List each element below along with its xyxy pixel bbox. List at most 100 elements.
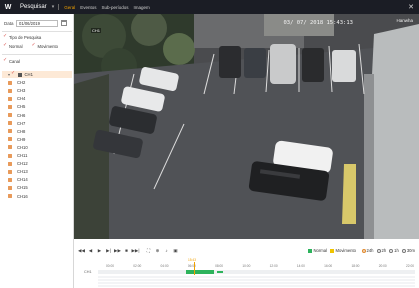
- check-icon: [3, 34, 8, 40]
- timeline-cursor[interactable]: [194, 262, 195, 275]
- channel-item-label: CH16: [17, 193, 28, 199]
- calendar-icon[interactable]: [61, 20, 67, 26]
- tab-geral[interactable]: Geral: [64, 5, 75, 10]
- camera-icon: [8, 153, 12, 158]
- camera-icon: [8, 121, 12, 126]
- caret-down-icon[interactable]: ▾: [8, 72, 10, 77]
- close-icon[interactable]: ✕: [408, 3, 414, 11]
- channel-item[interactable]: CH2: [8, 79, 72, 86]
- normal-legend-label: Normal: [313, 248, 328, 253]
- normal-checkbox[interactable]: Normal: [3, 43, 22, 49]
- tab-eventos[interactable]: Eventos: [80, 5, 96, 10]
- camera-icon: [8, 145, 12, 150]
- search-type-group: Tipo de Pesquisa: [3, 34, 41, 41]
- stop-icon[interactable]: ■: [123, 247, 130, 254]
- camera-icon: [8, 80, 12, 85]
- timeline-tick-label: 14:00: [296, 264, 305, 268]
- channel-checkbox[interactable]: Canal: [3, 58, 20, 64]
- channel-item-label: CH11: [17, 153, 28, 158]
- event-type-row: Normal Movimento: [3, 43, 58, 49]
- channel-item-label: CH4: [17, 96, 26, 102]
- camera-icon: [8, 169, 12, 174]
- date-label: Data: [4, 20, 14, 26]
- skip-end-icon[interactable]: ▶▶|: [131, 247, 139, 254]
- channel-label: Canal: [9, 59, 20, 64]
- timeline-tick-label: 12:00: [269, 264, 278, 268]
- fast-forward-icon[interactable]: ▶▶: [114, 247, 121, 254]
- channel-item[interactable]: CH4: [8, 95, 72, 102]
- tab-imagem[interactable]: Imagem: [134, 5, 150, 10]
- recording-segment: [217, 271, 223, 273]
- scale-label-30m: 30m: [406, 248, 415, 253]
- channel-item[interactable]: CH10: [8, 144, 72, 151]
- timeline-tick-label: 18:00: [351, 264, 360, 268]
- audio-icon[interactable]: ♪: [163, 247, 170, 254]
- channel-item[interactable]: CH7: [8, 120, 72, 127]
- date-row: Data 01/06/2019: [4, 19, 72, 27]
- channel-item[interactable]: CH15: [8, 184, 72, 191]
- scale-radio-2h[interactable]: [376, 248, 381, 253]
- zoom-scale-options: 24h 2h 1h 30m: [359, 248, 415, 253]
- channel-item-label: CH13: [17, 169, 28, 175]
- channel-group: Canal: [3, 58, 20, 65]
- scale-label-2h: 2h: [381, 248, 387, 253]
- channel-item[interactable]: CH14: [8, 176, 72, 183]
- video-viewer[interactable]: 03/ 07/ 2018 15:43:13 Hanwha CH1: [74, 14, 419, 239]
- timeline-tick-label: 00:00: [106, 264, 114, 268]
- channel-item-label: CH3: [17, 88, 26, 94]
- timeline-track[interactable]: [98, 270, 415, 274]
- capture-icon[interactable]: ▣: [172, 247, 179, 254]
- camera-icon: [8, 137, 12, 142]
- app-title: Pesquisar: [20, 4, 47, 10]
- fullscreen-icon[interactable]: ⛶: [145, 247, 152, 254]
- channel-item[interactable]: CH11: [8, 152, 72, 159]
- channel-item[interactable]: CH8: [8, 128, 72, 135]
- camera-icon: [8, 161, 12, 166]
- timeline-tick-label: 04:00: [160, 264, 169, 268]
- camera-icon: [8, 129, 12, 134]
- legend: Normal Movimento: [308, 248, 356, 253]
- timeline-rows: [98, 276, 415, 287]
- check-icon[interactable]: [11, 71, 16, 77]
- timeline-ticks: 00:00 02:00 04:00 06:00 08:00 10:00 12:00 14:00…: [98, 263, 415, 269]
- timeline[interactable]: 00:00 02:00 04:00 06:00 08:00 10:00 12:00 14:00…: [74, 258, 419, 288]
- channel-item-label: CH10: [17, 144, 28, 150]
- scale-radio-30m[interactable]: [401, 248, 406, 253]
- channel-item-label: CH2: [17, 80, 26, 86]
- search-panel: Data 01/06/2019 Tipo de Pesquisa Normal …: [0, 14, 74, 288]
- channel-item[interactable]: CH16: [8, 193, 72, 200]
- motion-label: Movimento: [37, 44, 58, 49]
- motion-checkbox[interactable]: Movimento: [32, 43, 58, 49]
- channel-item[interactable]: CH3: [8, 87, 72, 94]
- zoom-icon[interactable]: ⊕: [154, 247, 161, 254]
- channel-item[interactable]: CH12: [8, 160, 72, 167]
- channel-item[interactable]: CH5: [8, 103, 72, 110]
- camera-icon: [8, 104, 12, 109]
- recording-segment: [186, 270, 214, 274]
- channel-item-label: CH14: [17, 177, 28, 183]
- channel-tree-root[interactable]: ▾ CH1: [2, 71, 72, 78]
- channel-item-label: CH5: [17, 104, 26, 110]
- date-field[interactable]: 01/06/2019: [16, 19, 58, 27]
- channel-item[interactable]: CH6: [8, 112, 72, 119]
- chevron-down-icon[interactable]: ▾: [52, 4, 55, 10]
- scale-radio-1h[interactable]: [389, 248, 394, 253]
- tab-sub-periodos[interactable]: Sub-períodos: [101, 5, 128, 10]
- channel-badge: CH1: [91, 28, 102, 33]
- normal-legend-swatch: [308, 248, 312, 253]
- divider: [2, 31, 72, 32]
- camera-icon: [8, 96, 12, 101]
- playback-controls: ◀◀ ◀ ▶ ▶| ▶▶ ■ ▶▶| ⛶ ⊕ ♪ ▣ Normal Movime…: [74, 239, 419, 263]
- channel-item[interactable]: CH13: [8, 168, 72, 175]
- scale-radio-24h[interactable]: [361, 248, 366, 253]
- play-icon[interactable]: ▶: [96, 247, 103, 254]
- search-type-checkbox[interactable]: Tipo de Pesquisa: [3, 34, 41, 40]
- check-icon: [3, 58, 8, 64]
- channel-item-label: CH7: [17, 120, 26, 126]
- video-timestamp: 03/ 07/ 2018 15:43:13: [283, 20, 353, 26]
- step-back-icon[interactable]: ◀: [87, 247, 94, 254]
- channel-item-label: CH9: [17, 136, 26, 142]
- channel-item[interactable]: CH9: [8, 136, 72, 143]
- rewind-icon[interactable]: ◀◀: [78, 247, 85, 254]
- step-forward-icon[interactable]: ▶|: [105, 247, 112, 254]
